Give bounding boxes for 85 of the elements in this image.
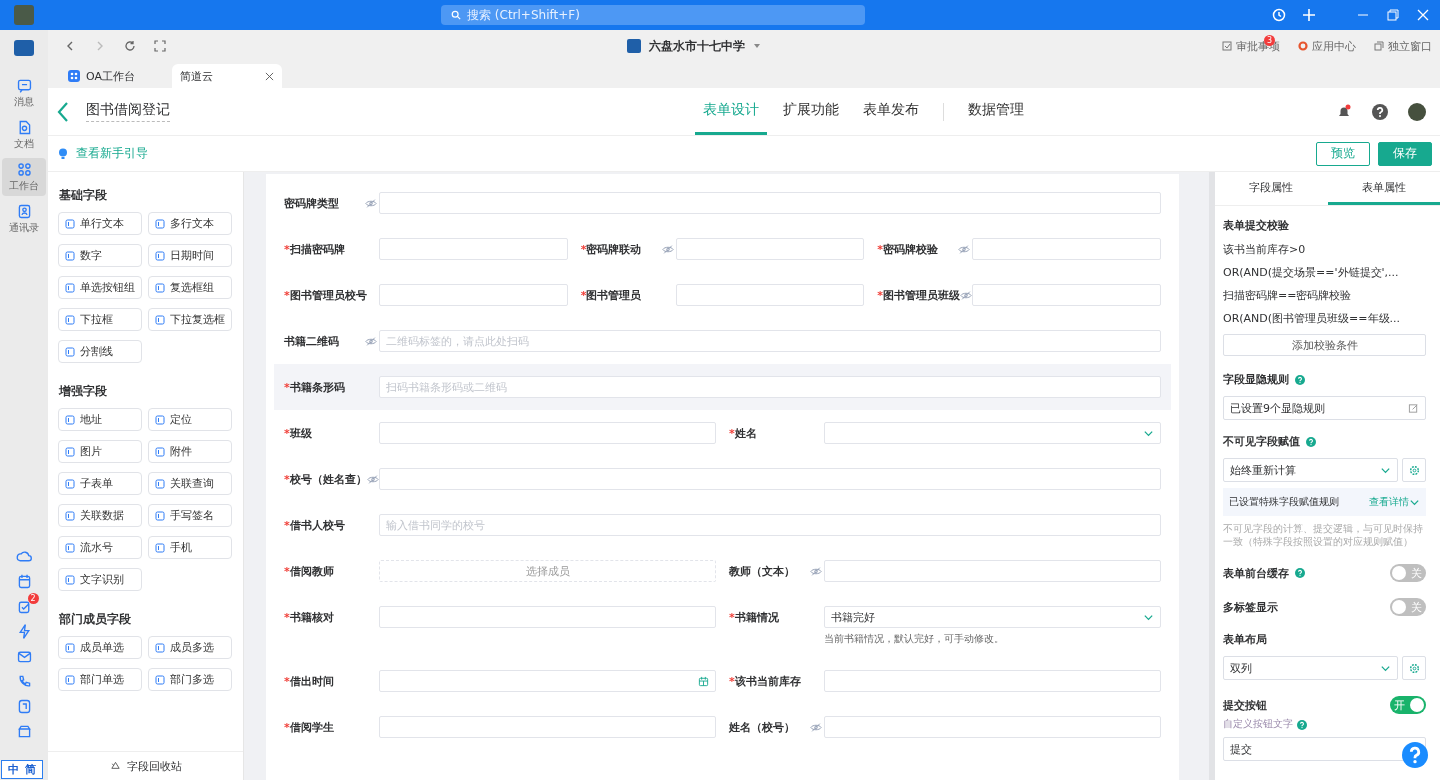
select-field[interactable]: 双列 [1223,656,1398,680]
validation-rule[interactable]: OR(AND(图书管理员班级==年级... [1223,311,1426,326]
field-type-item[interactable]: 日期时间 [148,244,232,267]
ime-toolbar[interactable]: 中 简 [1,760,43,779]
header-tab[interactable]: 扩展功能 [775,88,847,135]
section-title: 表单布局 [1223,632,1267,647]
field-type-item[interactable]: 多行文本 [148,212,232,235]
field-label: 教师（文本） [729,563,795,579]
field-label: *该书当前库存 [729,673,801,689]
validation-rule[interactable]: OR(AND(提交场景=='外链提交',... [1223,265,1426,280]
section-title: 表单提交校验 [1223,218,1289,233]
header-tab[interactable]: 表单发布 [855,88,927,135]
panel-tab[interactable]: 字段属性 [1215,172,1328,205]
panel-tab[interactable]: 表单属性 [1327,172,1440,205]
field-type-item[interactable]: 成员多选 [148,636,232,659]
field-type-item[interactable]: 定位 [148,408,232,431]
select-field[interactable]: 始终重新计算 [1223,458,1398,482]
field-label: *借书人校号 [284,517,345,533]
section-title: 基础字段 [59,187,108,204]
field-label: *图书管理员校号 [284,287,367,303]
field-type-item[interactable]: 子表单 [58,472,142,495]
field-label: *借阅教师 [284,563,334,579]
browser-tab[interactable]: 简道云 [172,64,282,88]
section-title: 部门成员字段 [59,611,132,628]
field-label: *书籍条形码 [284,379,345,395]
field-label: 姓名（校号） [729,719,795,735]
section-title: 不可见字段赋值 [1223,434,1300,449]
field-label: *扫描密码牌 [284,241,345,257]
field-label: *借出时间 [284,673,334,689]
field-label: *密码牌校验 [877,241,939,257]
field-label: *图书管理员 [580,287,642,303]
field-type-item[interactable]: 关联数据 [58,504,142,527]
rail-item[interactable]: 通讯录 [2,200,46,238]
field-type-item[interactable]: 地址 [58,408,142,431]
field-label: *密码牌联动 [580,241,642,257]
header-tab[interactable]: 数据管理 [960,88,1032,135]
rules-field[interactable]: 已设置9个显隐规则 [1223,396,1426,420]
select-field[interactable]: 书籍完好 [824,606,1161,628]
info-text: 已设置特殊字段赋值规则 [1229,495,1339,509]
field-type-item[interactable]: 单行文本 [58,212,142,235]
field-label: *班级 [284,425,312,441]
field-type-item[interactable]: 附件 [148,440,232,463]
field-type-item[interactable]: 手写签名 [148,504,232,527]
setting-label: 多标签显示 [1223,599,1278,615]
field-type-item[interactable]: 成员单选 [58,636,142,659]
field-sublabel: 自定义按钮文字 [1223,718,1293,731]
field-label: *姓名 [729,425,757,441]
field-type-item[interactable]: 文字识别 [58,568,142,591]
field-label: *书籍核对 [284,609,334,625]
field-label: *借阅学生 [284,719,334,735]
field-type-item[interactable]: 单选按钮组 [58,276,142,299]
recycle-bin-button[interactable]: 字段回收站 [48,751,243,780]
browser-tab[interactable]: OA工作台 [60,64,170,88]
validation-rule[interactable]: 扫描密码牌==密码牌校验 [1223,288,1426,303]
field-type-item[interactable]: 图片 [58,440,142,463]
field-label: *校号（姓名查） [284,471,367,487]
field-label: *书籍情况 [729,609,779,625]
field-type-item[interactable]: 数字 [58,244,142,267]
toolbar-link[interactable]: 独立窗口 [1374,38,1432,54]
setting-label: 提交按钮 [1223,697,1267,713]
field-label: 密码牌类型 [284,195,339,211]
field-type-item[interactable]: 分割线 [58,340,142,363]
section-title: 增强字段 [59,383,108,400]
add-condition-button[interactable]: 添加校验条件 [1223,334,1426,356]
rail-item[interactable]: 文档 [2,116,46,154]
field-type-item[interactable]: 部门多选 [148,668,232,691]
section-title: 字段显隐规则 [1223,372,1289,387]
field-type-item[interactable]: 复选框组 [148,276,232,299]
toolbar-link[interactable]: 应用中心 [1298,38,1356,54]
field-type-item[interactable]: 下拉复选框 [148,308,232,331]
org-name[interactable]: 六盘水市十七中学 [649,37,745,55]
field-type-item[interactable]: 流水号 [58,536,142,559]
field-label: 书籍二维码 [284,333,339,349]
field-label: *图书管理员班级 [877,287,961,303]
count-badge: 2 [27,593,39,604]
field-hint: 当前书籍情况，默认完好，可手动修改。 [824,632,1005,646]
field-type-item[interactable]: 手机 [148,536,232,559]
validation-rule[interactable]: 该书当前库存>0 [1223,242,1426,257]
form-title[interactable]: 图书借阅登记 [86,101,170,122]
field-type-item[interactable]: 部门单选 [58,668,142,691]
rail-item[interactable]: 消息 [2,74,46,112]
rail-item[interactable]: 工作台 [2,158,46,196]
field-type-item[interactable]: 下拉框 [58,308,142,331]
setting-label: 表单前台缓存 [1223,565,1289,581]
field-type-item[interactable]: 关联查询 [148,472,232,495]
